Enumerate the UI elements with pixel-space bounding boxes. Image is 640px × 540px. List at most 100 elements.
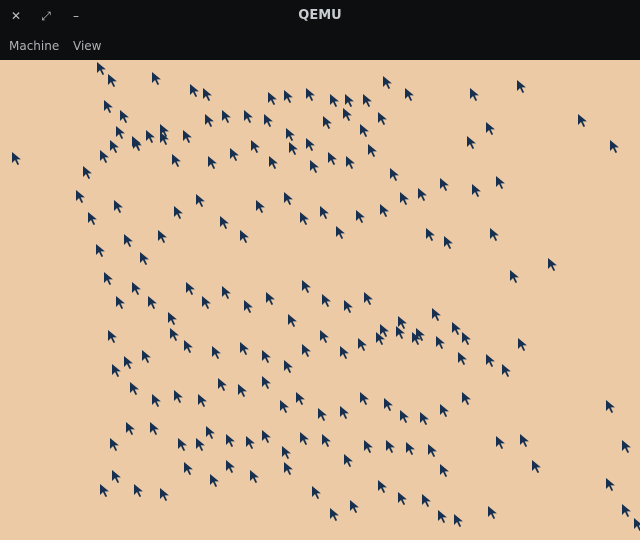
mouse-pointer-icon: [428, 444, 437, 457]
mouse-pointer-icon: [467, 136, 476, 149]
mouse-pointer-icon: [502, 364, 511, 377]
mouse-pointer-icon: [345, 94, 354, 107]
mouse-pointer-icon: [440, 404, 449, 417]
mouse-pointer-icon: [256, 200, 265, 213]
mouse-pointer-icon: [269, 156, 278, 169]
mouse-pointer-icon: [158, 230, 167, 243]
mouse-pointer-icon: [124, 234, 133, 247]
mouse-pointer-icon: [340, 346, 349, 359]
mouse-pointer-icon: [486, 354, 495, 367]
mouse-pointer-icon: [108, 74, 117, 87]
mouse-pointer-icon: [284, 192, 293, 205]
mouse-pointer-icon: [344, 300, 353, 313]
mouse-pointer-icon: [486, 122, 495, 135]
mouse-pointer-icon: [634, 518, 640, 531]
mouse-pointer-icon: [289, 142, 298, 155]
title-bar[interactable]: ✕ ⤢ – QEMU: [0, 0, 640, 32]
mouse-pointer-icon: [120, 110, 129, 123]
mouse-pointer-icon: [306, 138, 315, 151]
mouse-pointer-icon: [452, 322, 461, 335]
mouse-pointer-icon: [83, 166, 92, 179]
mouse-pointer-icon: [444, 236, 453, 249]
mouse-pointer-icon: [168, 312, 177, 325]
mouse-pointer-icon: [378, 112, 387, 125]
mouse-pointer-icon: [364, 292, 373, 305]
mouse-pointer-icon: [97, 62, 106, 75]
mouse-pointer-icon: [488, 506, 497, 519]
mouse-pointer-icon: [108, 330, 117, 343]
mouse-pointer-icon: [126, 422, 135, 435]
mouse-pointer-icon: [518, 338, 527, 351]
mouse-pointer-icon: [336, 226, 345, 239]
mouse-pointer-icon: [438, 510, 447, 523]
mouse-pointer-icon: [360, 124, 369, 137]
mouse-pointer-icon: [142, 350, 151, 363]
mouse-pointer-icon: [140, 252, 149, 265]
mouse-pointer-icon: [210, 474, 219, 487]
mouse-pointer-icon: [212, 346, 221, 359]
mouse-pointer-icon: [420, 412, 429, 425]
menu-view[interactable]: View: [72, 32, 102, 60]
guest-display[interactable]: [0, 60, 640, 540]
mouse-pointer-icon: [280, 400, 289, 413]
mouse-pointer-icon: [320, 206, 329, 219]
mouse-pointer-icon: [218, 378, 227, 391]
mouse-pointer-icon: [96, 244, 105, 257]
mouse-pointer-icon: [110, 438, 119, 451]
mouse-pointer-icon: [405, 88, 414, 101]
mouse-pointer-icon: [432, 308, 441, 321]
mouse-pointer-icon: [310, 160, 319, 173]
mouse-pointer-icon: [100, 484, 109, 497]
mouse-pointer-icon: [300, 432, 309, 445]
mouse-pointer-icon: [470, 88, 479, 101]
mouse-pointer-icon: [462, 392, 471, 405]
mouse-pointer-icon: [150, 422, 159, 435]
qemu-window: ✕ ⤢ – QEMU Machine View: [0, 0, 640, 540]
mouse-pointer-icon: [517, 80, 526, 93]
mouse-pointer-icon: [622, 504, 631, 517]
mouse-pointer-icon: [152, 72, 161, 85]
mouse-pointer-icon: [184, 340, 193, 353]
mouse-pointer-icon: [346, 156, 355, 169]
mouse-pointer-icon: [186, 282, 195, 295]
mouse-pointer-icon: [220, 216, 229, 229]
mouse-pointer-icon: [240, 230, 249, 243]
mouse-pointer-icon: [328, 152, 337, 165]
mouse-pointer-icon: [454, 514, 463, 527]
mouse-pointer-icon: [282, 446, 291, 459]
menu-machine[interactable]: Machine: [8, 32, 60, 60]
mouse-pointer-icon: [104, 100, 113, 113]
mouse-pointer-icon: [244, 300, 253, 313]
mouse-pointer-icon: [436, 336, 445, 349]
mouse-pointer-icon: [384, 398, 393, 411]
mouse-pointer-icon: [532, 460, 541, 473]
window-title: QEMU: [298, 8, 342, 23]
mouse-pointer-icon: [386, 440, 395, 453]
mouse-pointer-icon: [203, 88, 212, 101]
mouse-pointer-icon: [284, 360, 293, 373]
mouse-pointer-icon: [124, 356, 133, 369]
mouse-pointer-icon: [262, 350, 271, 363]
mouse-pointer-icon: [548, 258, 557, 271]
mouse-pointer-icon: [114, 200, 123, 213]
mouse-pointer-icon: [196, 194, 205, 207]
mouse-pointer-icon: [380, 324, 389, 337]
mouse-pointer-icon: [322, 294, 331, 307]
mouse-pointer-icon: [244, 110, 253, 123]
mouse-pointer-icon: [288, 314, 297, 327]
mouse-pointer-icon: [262, 376, 271, 389]
mouse-pointer-icon: [302, 280, 311, 293]
mouse-pointer-icon: [610, 140, 619, 153]
mouse-pointer-icon: [226, 460, 235, 473]
mouse-pointer-icon: [490, 228, 499, 241]
mouse-pointer-icon: [174, 390, 183, 403]
mouse-pointer-icon: [440, 178, 449, 191]
mouse-pointer-icon: [330, 508, 339, 521]
mouse-pointer-icon: [496, 176, 505, 189]
mouse-pointer-icon: [116, 296, 125, 309]
mouse-pointer-icon: [622, 440, 631, 453]
mouse-pointer-icon: [208, 156, 217, 169]
mouse-pointer-icon: [496, 436, 505, 449]
mouse-pointer-icon: [174, 206, 183, 219]
mouse-pointer-icon: [458, 352, 467, 365]
